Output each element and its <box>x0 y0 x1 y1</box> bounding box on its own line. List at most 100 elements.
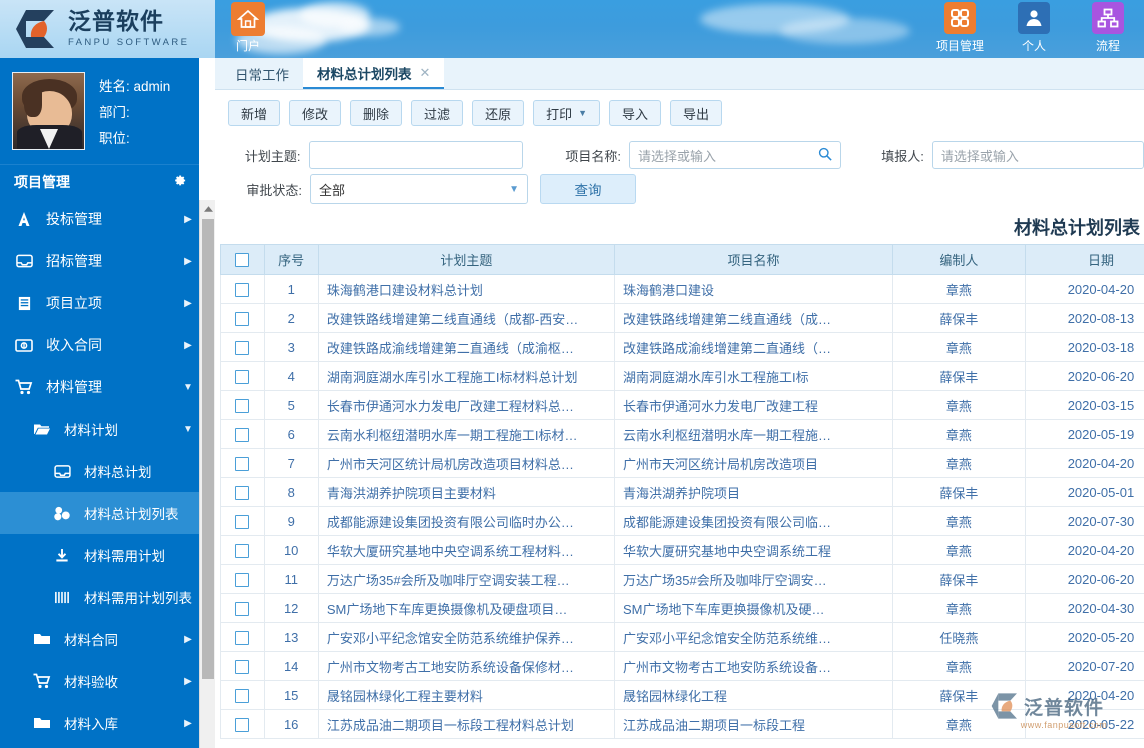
export-button[interactable]: 导出 <box>670 100 723 126</box>
restore-button[interactable]: 还原 <box>472 100 525 126</box>
row-checkbox[interactable] <box>235 514 250 529</box>
row-checkbox[interactable] <box>235 572 250 587</box>
row-checkbox[interactable] <box>235 659 250 674</box>
row-checkbox[interactable] <box>235 717 250 732</box>
row-checkbox-cell[interactable] <box>220 709 265 739</box>
row-checkbox[interactable] <box>235 369 250 384</box>
nav-item-personal[interactable]: 个人 <box>1006 2 1062 54</box>
row-checkbox[interactable] <box>235 543 250 558</box>
row-checkbox[interactable] <box>235 630 250 645</box>
table-row[interactable]: 13 广安邓小平纪念馆安全防范系统维护保养… 广安邓小平纪念馆安全防范系统维… 任晓燕… <box>220 622 1144 652</box>
row-checkbox[interactable] <box>235 282 250 297</box>
row-checkbox-cell[interactable] <box>220 622 265 652</box>
cell-date: 2020-04-30 <box>1024 593 1144 623</box>
sidebar-item-material-requirement-plan[interactable]: 材料需用计划 <box>0 534 199 576</box>
sidebar-item-material-settlement[interactable]: 材料结算 ▶ <box>0 744 199 748</box>
sidebar-item-material-contract[interactable]: 材料合同 ▶ <box>0 618 199 660</box>
sidebar-item-material-plan[interactable]: 材料计划 ▼ <box>0 408 199 450</box>
row-checkbox[interactable] <box>235 601 250 616</box>
filter-button[interactable]: 过滤 <box>411 100 464 126</box>
table-row[interactable]: 3 改建铁路成渝线增建第二直通线（成渝枢… 改建铁路成渝线增建第二直通线（… 章燕 20… <box>220 332 1144 362</box>
sidebar-item-material-requirement-plan-list[interactable]: 材料需用计划列表 <box>0 576 199 618</box>
sidebar-item-material-inbound[interactable]: 材料入库 ▶ <box>0 702 199 744</box>
row-checkbox-cell[interactable] <box>220 651 265 681</box>
row-checkbox[interactable] <box>235 485 250 500</box>
scroll-up-arrow-icon[interactable] <box>200 200 216 217</box>
row-checkbox-cell[interactable] <box>220 419 265 449</box>
search-icon[interactable] <box>818 147 832 164</box>
select-all-header[interactable] <box>220 244 265 275</box>
row-checkbox[interactable] <box>235 340 250 355</box>
table-row[interactable]: 4 湖南洞庭湖水库引水工程施工I标材料总计划 湖南洞庭湖水库引水工程施工I标 薛保丰 2… <box>220 361 1144 391</box>
row-checkbox[interactable] <box>235 427 250 442</box>
row-checkbox-cell[interactable] <box>220 448 265 478</box>
row-checkbox-cell[interactable] <box>220 332 265 362</box>
row-checkbox[interactable] <box>235 398 250 413</box>
table-row[interactable]: 6 云南水利枢纽潜明水库一期工程施工I标材… 云南水利枢纽潜明水库一期工程施… 章燕 2… <box>220 419 1144 449</box>
table-row[interactable]: 1珠海鹤港口建设材料总计划珠海鹤港口建设章燕2020-04-20审批通过 <box>220 274 1144 304</box>
table-row[interactable]: 7 广州市天河区统计局机房改造项目材料总… 广州市天河区统计局机房改造项目 章燕 202… <box>220 448 1144 478</box>
cell-project: 广州市文物考古工地安防系统设备… <box>613 651 893 681</box>
column-header-index[interactable]: 序号 <box>263 244 319 275</box>
sidebar-item-income-contract[interactable]: 收入合同 ▶ <box>0 324 199 366</box>
chevron-right-icon: ▶ <box>184 213 192 225</box>
portal-button[interactable]: 门户 <box>222 2 274 56</box>
sidebar-item-material-management[interactable]: 材料管理 ▼ <box>0 366 199 408</box>
row-checkbox[interactable] <box>235 311 250 326</box>
table-row[interactable]: 11 万达广场35#会所及咖啡厅空调安装工程… 万达广场35#会所及咖啡厅空调安… 薛… <box>220 564 1144 594</box>
tab-daily-work[interactable]: 日常工作 <box>221 58 303 89</box>
row-checkbox-cell[interactable] <box>220 680 265 710</box>
import-button[interactable]: 导入 <box>609 100 662 126</box>
table-row[interactable]: 5 长春市伊通河水力发电厂改建工程材料总… 长春市伊通河水力发电厂改建工程 章燕 202… <box>220 390 1144 420</box>
row-checkbox-cell[interactable] <box>220 593 265 623</box>
cell-project: 长春市伊通河水力发电厂改建工程 <box>613 390 893 420</box>
table-row[interactable]: 16 江苏成品油二期项目一标段工程材料总计划 江苏成品油二期项目一标段工程 章燕 202… <box>220 709 1144 739</box>
column-header-subject[interactable]: 计划主题 <box>317 244 615 275</box>
row-checkbox[interactable] <box>235 688 250 703</box>
nav-item-project-management[interactable]: 项目管理 <box>932 2 988 54</box>
row-checkbox-cell[interactable] <box>220 361 265 391</box>
row-checkbox-cell[interactable] <box>220 477 265 507</box>
add-button[interactable]: 新增 <box>228 100 281 126</box>
table-row[interactable]: 10 华软大厦研究基地中央空调系统工程材料… 华软大厦研究基地中央空调系统工程 章燕 2… <box>220 535 1144 565</box>
scrollbar-thumb[interactable] <box>202 219 214 679</box>
select-all-checkbox[interactable] <box>235 253 250 268</box>
search-button[interactable]: 查询 <box>540 174 636 204</box>
sidebar-item-material-master-plan[interactable]: 材料总计划 <box>0 450 199 492</box>
project-input[interactable]: 请选择或输入 <box>629 141 842 169</box>
tab-material-master-plan-list[interactable]: 材料总计划列表 ✕ <box>303 58 445 89</box>
close-icon[interactable]: ✕ <box>420 65 431 81</box>
subject-input[interactable] <box>308 141 523 169</box>
print-button[interactable]: 打印 ▼ <box>533 100 601 126</box>
row-checkbox-cell[interactable] <box>220 303 265 333</box>
delete-button[interactable]: 删除 <box>350 100 403 126</box>
reporter-input[interactable]: 请选择或输入 <box>931 141 1144 169</box>
column-header-date[interactable]: 日期 <box>1024 244 1144 275</box>
tab-bar: 日常工作 材料总计划列表 ✕ <box>215 58 1144 90</box>
table-row[interactable]: 14 广州市文物考古工地安防系统设备保修材… 广州市文物考古工地安防系统设备… 章燕 2… <box>220 651 1144 681</box>
row-checkbox-cell[interactable] <box>220 390 265 420</box>
sidebar-item-material-acceptance[interactable]: 材料验收 ▶ <box>0 660 199 702</box>
table-row[interactable]: 2 改建铁路线增建第二线直通线（成都-西安… 改建铁路线增建第二线直通线（成… 薛保丰… <box>220 303 1144 333</box>
sidebar-item-project-setup[interactable]: 项目立项 ▶ <box>0 282 199 324</box>
sidebar-item-bid-invitation[interactable]: 招标管理 ▶ <box>0 240 199 282</box>
column-header-author[interactable]: 编制人 <box>891 244 1026 275</box>
row-checkbox-cell[interactable] <box>220 535 265 565</box>
table-row[interactable]: 12 SM广场地下车库更换摄像机及硬盘项目… SM广场地下车库更换摄像机及硬… 章燕 2… <box>220 593 1144 623</box>
row-checkbox-cell[interactable] <box>220 506 265 536</box>
row-checkbox-cell[interactable] <box>220 274 265 304</box>
table-row[interactable]: 8青海洪湖养护院项目主要材料青海洪湖养护院项目薛保丰2020-05-01审批通过 <box>220 477 1144 507</box>
nav-item-workflow[interactable]: 流程 <box>1080 2 1136 54</box>
row-checkbox[interactable] <box>235 456 250 471</box>
sidebar-item-tender-bid[interactable]: 投标管理 ▶ <box>0 198 199 240</box>
column-header-project[interactable]: 项目名称 <box>613 244 893 275</box>
brand-logo[interactable]: 泛普软件 FANPU SOFTWARE <box>0 0 215 58</box>
table-row[interactable]: 9 成都能源建设集团投资有限公司临时办公… 成都能源建设集团投资有限公司临… 章燕 20… <box>220 506 1144 536</box>
status-select[interactable]: 全部 ▼ <box>310 174 528 204</box>
table-row[interactable]: 15晟铭园林绿化工程主要材料晟铭园林绿化工程薛保丰2020-04-20审批通过 <box>220 680 1144 710</box>
gear-icon[interactable] <box>172 173 187 191</box>
row-checkbox-cell[interactable] <box>220 564 265 594</box>
sidebar-scrollbar[interactable] <box>199 200 216 748</box>
edit-button[interactable]: 修改 <box>289 100 342 126</box>
sidebar-item-material-master-plan-list[interactable]: 材料总计划列表 <box>0 492 199 534</box>
